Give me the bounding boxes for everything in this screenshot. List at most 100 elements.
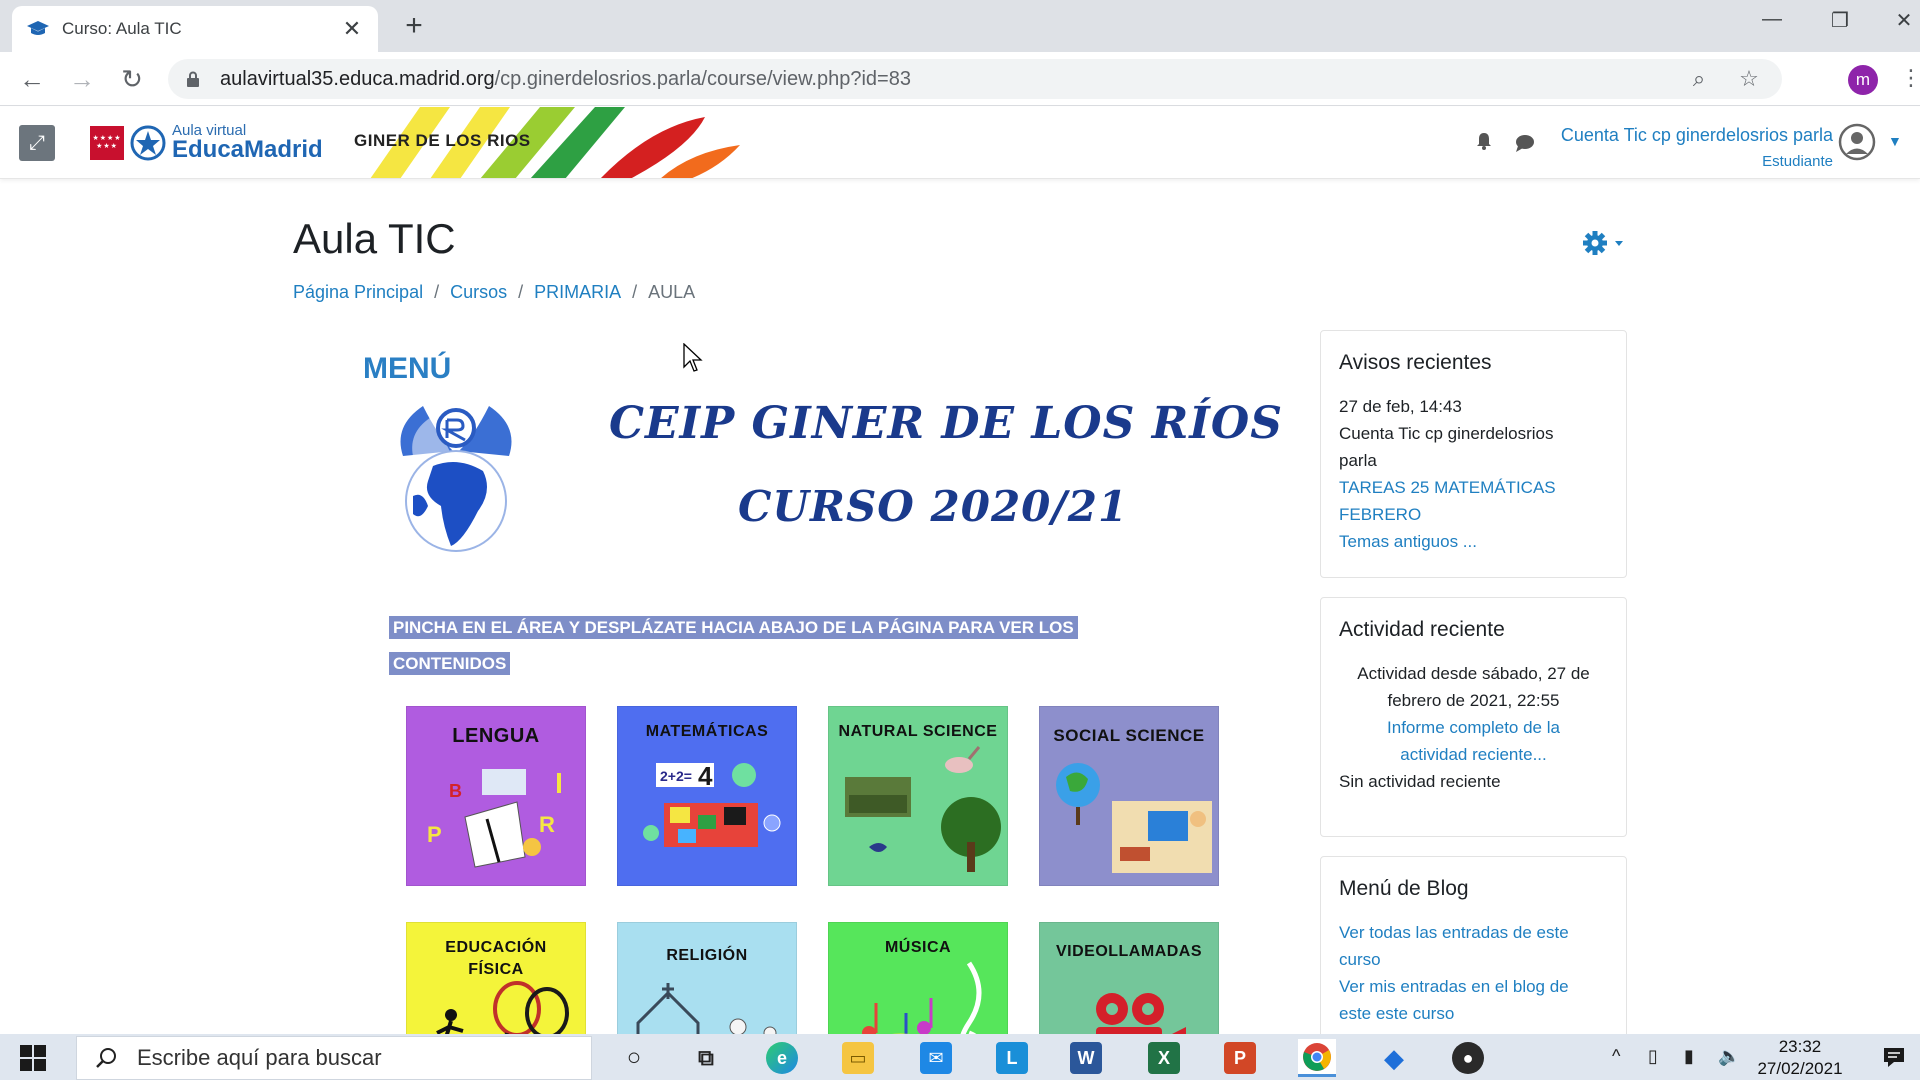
report-link-line-1: Informe completo de la [1387,718,1560,737]
powerpoint-icon[interactable]: P [1224,1042,1256,1074]
url-host: aulavirtual35.educa.madrid.org [220,67,495,90]
tile-religion[interactable]: RELIGIÓN [617,922,797,1035]
tile-social-science[interactable]: SOCIAL SCIENCE [1039,706,1219,886]
notifications-icon[interactable] [1882,1046,1906,1068]
volume-icon[interactable]: 🔈 [1718,1046,1740,1067]
tile-natural-science[interactable]: NATURAL SCIENCE [828,706,1008,886]
breadcrumb-home[interactable]: Página Principal [293,282,423,303]
svg-text:B: B [449,781,462,801]
bookmark-star-icon[interactable]: ☆ [1734,66,1764,92]
microphone-icon[interactable]: ▮ [1684,1046,1694,1067]
vscode-like-icon[interactable]: ◆ [1378,1042,1410,1074]
block-menu-blog: Menú de Blog Ver todas las entradas de e… [1320,856,1627,1046]
menu-title: MENÚ [363,352,452,385]
tile-lengua[interactable]: B P R LENGUA [406,706,586,886]
bell-icon[interactable] [1474,131,1494,151]
tile-matematicas[interactable]: 2+2= 4 MATEMÁTICAS [617,706,797,886]
taskbar-clock[interactable]: 23:32 27/02/2021 [1755,1036,1845,1080]
edge-icon[interactable]: e [766,1042,798,1074]
blog-link-1-line-1: Ver todas las entradas de este [1339,923,1569,942]
taskbar-search-input[interactable]: Escribe aquí para buscar [76,1036,592,1080]
tray-chevron-icon[interactable]: ^ [1612,1046,1620,1067]
all-course-entries-link[interactable]: Ver todas las entradas de este curso [1339,919,1608,973]
older-topics-link[interactable]: Temas antiguos ... [1339,528,1608,555]
videollamadas-art [1096,993,1186,1035]
reload-icon[interactable]: ↻ [116,64,148,96]
block-title-blog: Menú de Blog [1339,877,1469,900]
tile-label-social-science: SOCIAL SCIENCE [1053,726,1205,745]
browser-tab-active[interactable]: Curso: Aula TIC ✕ [12,6,378,52]
educamadrid-logo-icon [130,125,166,160]
headline-school: CEIP GINER DE LOS RÍOS [609,398,1283,449]
user-name[interactable]: Cuenta Tic cp ginerdelosrios parla [1561,125,1833,146]
tab-title: Curso: Aula TIC [62,19,182,38]
tile-label-matematicas: MATEMÁTICAS [645,723,769,740]
gear-icon[interactable] [1582,228,1626,258]
clock-time: 23:32 [1778,1037,1822,1056]
back-arrow-icon[interactable]: ← [16,64,48,96]
minimize-icon[interactable]: — [1752,8,1792,31]
browser-menu-icon[interactable]: ⋮ [1900,65,1920,91]
close-window-icon[interactable]: ✕ [1890,8,1918,33]
url-path: /cp.ginerdelosrios.parla/course/view.php… [494,67,911,90]
excel-icon[interactable]: X [1148,1042,1180,1074]
user-menu-caret-icon[interactable]: ▼ [1888,133,1902,149]
aviso-author-line-2: parla [1339,451,1377,470]
cortana-icon[interactable]: ○ [618,1042,650,1074]
tile-label-natural-science: NATURAL SCIENCE [838,723,998,740]
educamadrid-brand[interactable]: ★★★★ ★★★ Aula virtual EducaMadrid [90,123,323,162]
page-title: Aula TIC [293,215,456,262]
user-avatar-icon[interactable] [1838,123,1876,161]
tile-musica[interactable]: MÚSICA [828,922,1008,1035]
url-text: aulavirtual35.educa.madrid.org/cp.ginerd… [220,68,1664,91]
brand-title: EducaMadrid [172,136,323,163]
windows-start-icon[interactable] [20,1045,46,1071]
svg-text:R: R [539,812,555,837]
restore-icon[interactable]: ❐ [1820,8,1860,33]
tab-close-icon[interactable]: ✕ [340,16,364,42]
windows-taskbar: Escribe aquí para buscar ○ ⧉ e ▭ ✉ L W X… [0,1034,1920,1080]
school-logo [400,406,512,552]
instruction-notice: PINCHA EN EL ÁREA Y DESPLÁZATE HACIA ABA… [389,610,1149,682]
search-icon [96,1048,116,1068]
chat-icon[interactable] [1514,133,1536,153]
svg-text:2+2=: 2+2= [660,768,692,784]
forward-arrow-icon[interactable]: → [66,64,98,96]
new-tab-button[interactable]: + [398,10,430,42]
report-link-line-2: actividad reciente... [1400,745,1547,764]
battery-icon[interactable]: ▯ [1648,1046,1658,1067]
full-activity-report-link[interactable]: Informe completo de la actividad recient… [1339,714,1608,768]
aviso-post-link[interactable]: TAREAS 25 MATEMÁTICAS FEBRERO [1339,474,1608,528]
expand-drawer-icon[interactable]: ⤢ [19,125,55,161]
chrome-icon[interactable] [1298,1039,1336,1077]
chrome-logo-icon [1303,1042,1331,1071]
profile-avatar[interactable]: m [1848,65,1878,95]
block-title-avisos: Avisos recientes [1339,351,1492,374]
aviso-author-line-1: Cuenta Tic cp ginerdelosrios [1339,424,1554,443]
my-blog-entries-link[interactable]: Ver mis entradas en el blog de este este… [1339,973,1608,1027]
task-view-icon[interactable]: ⧉ [690,1042,722,1074]
tile-educacion-fisica[interactable]: EDUCACIÓN FÍSICA [406,922,586,1035]
blog-link-2-line-1: Ver mis entradas en el blog de [1339,977,1569,996]
block-title-actividad: Actividad reciente [1339,618,1505,641]
notice-line-2: CONTENIDOS [389,652,511,675]
zoom-icon[interactable]: ⌕ [1684,66,1714,92]
breadcrumb-cursos[interactable]: Cursos [450,282,507,303]
site-navbar: ⤢ ★★★★ ★★★ Aula virtual EducaMadrid GINER… [0,107,1920,179]
file-explorer-icon[interactable]: ▭ [842,1042,874,1074]
word-icon[interactable]: W [1070,1042,1102,1074]
tile-videollamadas[interactable]: VIDEOLLAMADAS [1039,922,1219,1035]
address-bar[interactable]: aulavirtual35.educa.madrid.org/cp.ginerd… [168,59,1782,99]
obs-icon[interactable]: ● [1452,1042,1484,1074]
browser-toolbar: ← → ↻ aulavirtual35.educa.madrid.org/cp.… [0,52,1920,106]
course-content: MENÚ CEIP GINER DE LOS RÍOS CURSO 2020/2… [293,330,1313,1035]
school-name-link[interactable]: GINER DE LOS RIOS [354,131,531,151]
graduation-cap-icon [27,21,49,35]
mouse-cursor-icon [683,343,703,372]
breadcrumb-primaria[interactable]: PRIMARIA [534,282,621,303]
breadcrumb: Página Principal / Cursos / PRIMARIA / A… [293,282,696,303]
l-app-icon[interactable]: L [996,1042,1028,1074]
no-recent-activity: Sin actividad reciente [1339,772,1501,791]
mail-icon[interactable]: ✉ [920,1042,952,1074]
clock-date: 27/02/2021 [1757,1059,1843,1078]
